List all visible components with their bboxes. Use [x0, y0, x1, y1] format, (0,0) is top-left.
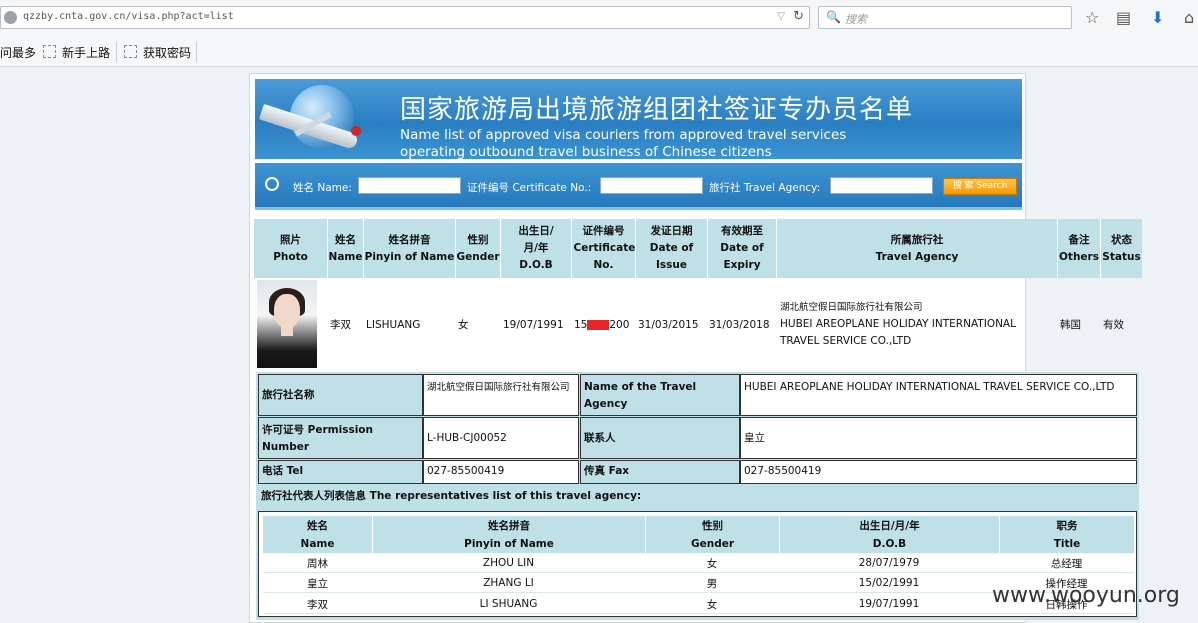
- browser-search-box[interactable]: 🔍 搜索: [818, 6, 1072, 29]
- reps-header-title: 职务 Title: [999, 516, 1134, 553]
- agency-name-en-label: Name of the Travel Agency: [580, 374, 740, 416]
- fax-value: 027-85500419: [740, 460, 1137, 484]
- agency-name-cn-label: 旅行社名称: [258, 374, 423, 416]
- fax-label: 传真 Fax: [580, 460, 740, 484]
- rep-name: 皇立: [263, 574, 372, 593]
- rep-pinyin: LI SHUANG: [372, 595, 645, 614]
- record-dob: 19/07/1991: [503, 318, 564, 331]
- agency-name-cn: 湖北航空假日国际旅行社有限公司: [423, 374, 579, 416]
- rep-name: 李双: [263, 595, 372, 614]
- table-row[interactable]: 李双 LISHUANG 女 19/07/1991 15 200 31/03/201…: [254, 280, 1142, 369]
- record-pinyin: LISHUANG: [366, 318, 421, 331]
- record-certificate: 15 200: [574, 318, 630, 331]
- airline-logo-icon: [351, 126, 361, 136]
- permit-number: L-HUB-CJ00052: [423, 417, 579, 459]
- reading-list-icon[interactable]: ▤: [1116, 8, 1131, 27]
- reps-header-pinyin: 姓名拼音 Pinyin of Name: [372, 516, 645, 553]
- list-header-row: 照片 Photo 姓名 Name 姓名拼音 Pinyin of Name 性别 Gend…: [254, 219, 1142, 278]
- certificate-label: 证件编号 Certificate No.:: [467, 182, 592, 194]
- rep-gender: 女: [645, 554, 779, 573]
- tel-value: 027-85500419: [423, 460, 579, 484]
- home-icon[interactable]: ⌂: [1184, 8, 1194, 27]
- search-form: 姓名 Name: 证件编号 Certificate No.: 旅行社 Trave…: [255, 163, 1022, 210]
- search-icon: 🔍: [826, 10, 841, 24]
- page-subtitle-1: Name list of approved visa couriers from…: [400, 127, 847, 143]
- page-icon: [43, 45, 56, 58]
- header-certificate: 证件编号 Certificate No.: [571, 219, 635, 278]
- dropdown-arrow-icon[interactable]: ▽: [777, 11, 785, 22]
- header-photo: 照片 Photo: [273, 233, 308, 263]
- agency-input[interactable]: [830, 177, 933, 194]
- rep-dob: 28/07/1979: [779, 554, 999, 573]
- rep-gender: 女: [645, 595, 779, 614]
- certificate-input[interactable]: [600, 177, 703, 194]
- page-title: 国家旅游局出境旅游组团社签证专办员名单: [400, 95, 914, 125]
- reps-header-name: 姓名 Name: [263, 516, 372, 553]
- record-status: 有效: [1103, 319, 1124, 331]
- name-label: 姓名 Name:: [293, 182, 352, 194]
- reps-header-gender: 性别 Gender: [645, 516, 779, 553]
- record-issue-date: 31/03/2015: [638, 318, 699, 331]
- globe-icon: [4, 11, 17, 24]
- rep-dob: 19/07/1991: [779, 595, 999, 614]
- header-others: 备注 Others: [1057, 219, 1100, 278]
- rep-gender: 男: [645, 574, 779, 593]
- address-text[interactable]: qzzby.cnta.gov.cn/visa.php?act=list: [23, 11, 234, 22]
- contact-name: 皇立: [740, 417, 1137, 459]
- redaction-mark: [587, 319, 610, 330]
- record-gender: 女: [458, 319, 469, 331]
- reps-title: 旅行社代表人列表信息 The representatives list of t…: [258, 486, 1137, 510]
- header-issue-date: 发证日期 Date of Issue: [635, 219, 707, 278]
- person-photo[interactable]: [257, 280, 317, 368]
- agency-name-en: HUBEI AREOPLANE HOLIDAY INTERNATIONAL TR…: [740, 374, 1137, 416]
- bookmark-star-icon[interactable]: ☆: [1085, 8, 1099, 27]
- header-pinyin: 姓名拼音 Pinyin of Name: [363, 219, 455, 278]
- rep-pinyin: ZHANG LI: [372, 574, 645, 593]
- header-banner: 国家旅游局出境旅游组团社签证专办员名单 Name list of approve…: [255, 79, 1022, 160]
- reps-header-dob: 出生日/月/年 D.O.B: [779, 516, 999, 553]
- rep-name: 周林: [263, 554, 372, 573]
- bookmark-get-password[interactable]: 获取密码: [124, 44, 191, 61]
- permit-label: 许可证号 Permission Number: [258, 417, 423, 459]
- watermark: www.wooyun.org: [992, 583, 1180, 608]
- browser-toolbar: qzzby.cnta.gov.cn/visa.php?act=list ▽ ↻ …: [0, 0, 1198, 38]
- header-name: 姓名 Name: [327, 219, 363, 278]
- agency-label: 旅行社 Travel Agency:: [709, 182, 821, 194]
- tel-label: 电话 Tel: [258, 460, 423, 484]
- name-input[interactable]: [358, 177, 461, 194]
- rep-pinyin: ZHOU LIN: [372, 554, 645, 573]
- bookmark-most-visited[interactable]: 问最多: [0, 44, 36, 61]
- record-name: 李双: [330, 319, 351, 331]
- header-gender: 性别 Gender: [455, 219, 500, 278]
- search-placeholder[interactable]: 搜索: [845, 11, 867, 27]
- record-agency[interactable]: 湖北航空假日国际旅行社有限公司 HUBEI AREOPLANE HOLIDAY I…: [780, 280, 1050, 369]
- record-expiry-date: 31/03/2018: [709, 318, 770, 331]
- download-icon[interactable]: ⬇: [1151, 8, 1164, 27]
- reload-icon[interactable]: ↻: [793, 9, 804, 24]
- page-icon: [124, 45, 137, 58]
- rep-title: 总经理: [999, 554, 1134, 573]
- record-others: 韩国: [1060, 319, 1081, 331]
- header-travel-agency: 所属旅行社 Travel Agency: [776, 219, 1057, 278]
- magnifier-icon: [265, 177, 279, 191]
- page-subtitle-2: operating outbound travel business of Ch…: [400, 144, 772, 160]
- rep-dob: 15/02/1991: [779, 574, 999, 593]
- header-expiry-date: 有效期至 Date of Expiry: [707, 219, 776, 278]
- address-bar[interactable]: qzzby.cnta.gov.cn/visa.php?act=list ▽ ↻: [0, 6, 810, 29]
- contact-label: 联系人: [580, 417, 740, 459]
- header-status: 状态 Status: [1100, 219, 1142, 278]
- search-button[interactable]: 搜 索 Search: [943, 178, 1017, 195]
- bookmark-getting-started[interactable]: 新手上路: [43, 44, 110, 61]
- header-dob: 出生日/月/年 D.O.B: [500, 219, 571, 278]
- bookmarks-bar: 问最多 新手上路 获取密码: [0, 38, 1198, 67]
